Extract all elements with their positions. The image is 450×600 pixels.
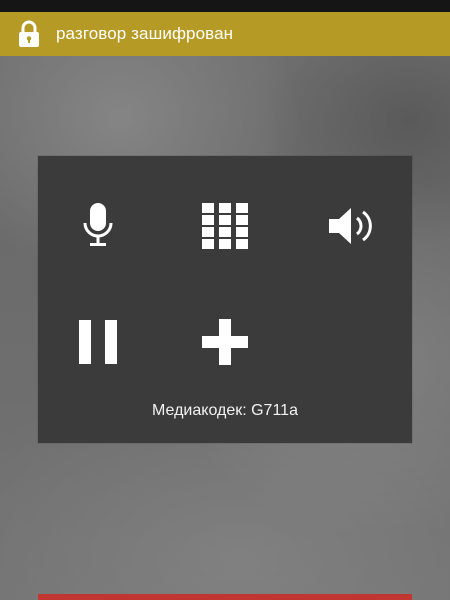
mute-button[interactable]: [66, 194, 130, 258]
dialpad-icon: [202, 203, 248, 249]
add-call-button[interactable]: [193, 310, 257, 374]
lock-icon: [16, 19, 42, 49]
media-codec-label: Медиакодек: G711a: [152, 402, 298, 419]
pause-icon: [77, 320, 119, 364]
encryption-status-text: разговор зашифрован: [56, 24, 234, 43]
status-bar: [0, 0, 450, 12]
plus-icon: [202, 319, 248, 365]
hold-button[interactable]: [66, 310, 130, 374]
keypad-button[interactable]: [193, 194, 257, 258]
speaker-button[interactable]: [319, 194, 383, 258]
encryption-banner: разговор зашифрован: [0, 12, 450, 56]
call-controls-panel: Медиакодек: G711a: [38, 156, 412, 443]
speaker-icon: [327, 204, 375, 248]
end-call-button[interactable]: [38, 594, 412, 600]
microphone-icon: [78, 201, 118, 251]
